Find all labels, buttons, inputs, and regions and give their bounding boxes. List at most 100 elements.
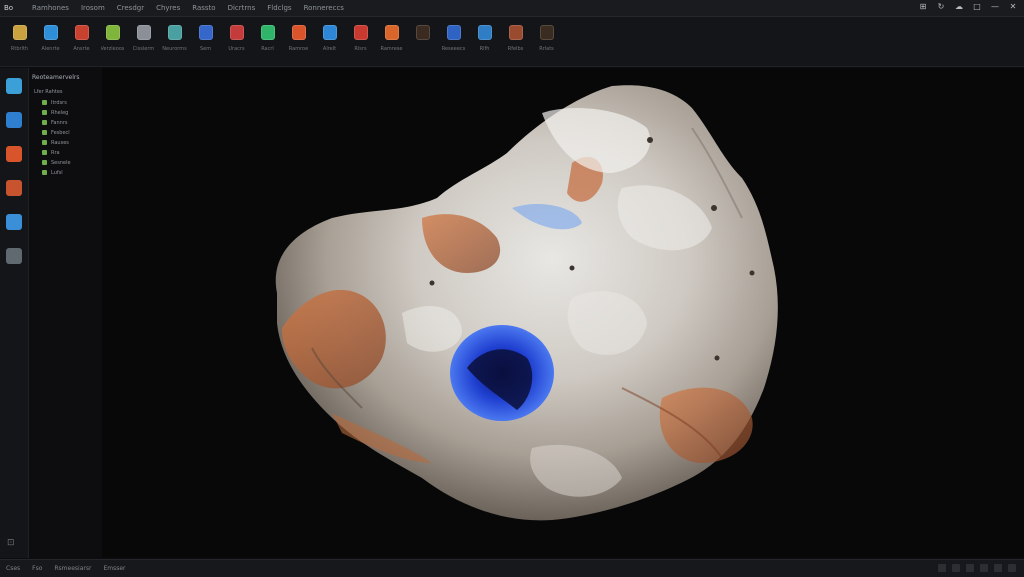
tool-10[interactable]: Ramroe — [283, 25, 314, 71]
app-logo: Bo — [4, 4, 14, 12]
outliner-item[interactable]: Lufsl — [42, 169, 100, 176]
menu-item-3[interactable]: Cresdgr — [111, 4, 150, 12]
mesh-icon — [42, 130, 47, 135]
tool-17[interactable]: Rfelbs — [500, 25, 531, 71]
3d-viewport[interactable] — [102, 68, 1024, 558]
node-icon — [198, 25, 213, 40]
menu-item-8[interactable]: Ronnereccs — [298, 4, 350, 12]
tool-label: Neurorms — [162, 46, 187, 52]
sphere-icon — [12, 25, 27, 40]
mesh-icon — [42, 100, 47, 105]
tool-6[interactable]: Neurorms — [159, 25, 190, 71]
tool-label: Reseeecs — [441, 46, 466, 52]
outliner-item[interactable]: Rheleg — [42, 109, 100, 116]
tool-12[interactable]: Rlsrs — [345, 25, 376, 71]
sky-icon — [477, 25, 492, 40]
globe-icon[interactable] — [6, 214, 22, 230]
status-icon-3[interactable] — [966, 564, 974, 572]
orange-icon — [291, 25, 306, 40]
status-item-1[interactable]: Cses — [0, 565, 26, 572]
outliner-item[interactable]: Fannrs — [42, 119, 100, 126]
menu-item-7[interactable]: Fldclgs — [261, 4, 297, 12]
tool-16[interactable]: Rlfh — [469, 25, 500, 71]
status-icon-1[interactable] — [938, 564, 946, 572]
tool-label: Cisslerm — [132, 46, 155, 52]
outliner-panel: Reoteamervelrs Lfer Rahtes Itrdsrs Rheleg… — [30, 70, 100, 200]
tool-label: Sem — [199, 46, 212, 52]
tool-15[interactable]: Reseeecs — [438, 25, 469, 71]
status-icon-2[interactable] — [952, 564, 960, 572]
tool-11[interactable]: Alrelt — [314, 25, 345, 71]
select-icon[interactable] — [6, 78, 22, 94]
brick-icon — [384, 25, 399, 40]
green-icon — [260, 25, 275, 40]
tool-3[interactable]: Ansrte — [66, 25, 97, 71]
paint-brush-icon[interactable] — [6, 180, 22, 196]
sculpt-icon[interactable] — [6, 146, 22, 162]
gear-icon — [136, 25, 151, 40]
tool-label: Rlsrs — [354, 46, 367, 52]
tool-14[interactable] — [407, 25, 438, 71]
menu-item-6[interactable]: Dicrtrns — [222, 4, 262, 12]
tool-8[interactable]: Uracrs — [221, 25, 252, 71]
outliner-item[interactable]: Itrdsrs — [42, 99, 100, 106]
tool-4[interactable]: Verzleoos — [97, 25, 128, 71]
outliner-item-label: Rheleg — [51, 109, 69, 116]
cube-icon — [43, 25, 58, 40]
cloud-icon[interactable]: ☁ — [954, 2, 964, 12]
outliner-item[interactable]: Rra — [42, 149, 100, 156]
blue-cube-icon — [322, 25, 337, 40]
outliner-item[interactable]: Fesbecl — [42, 129, 100, 136]
tool-label: Ansrte — [73, 46, 90, 52]
panel-toggle-icon[interactable]: ⊡ — [7, 538, 19, 550]
dim-icon — [415, 25, 430, 40]
tool-5[interactable]: Cisslerm — [128, 25, 159, 71]
menu-item-2[interactable]: Irosom — [75, 4, 111, 12]
tool-label: Alenrte — [41, 46, 60, 52]
outliner-item[interactable]: Sesnele — [42, 159, 100, 166]
status-icons — [938, 564, 1016, 572]
minimize-icon[interactable]: — — [990, 2, 1000, 12]
outliner-item[interactable]: Rauses — [42, 139, 100, 146]
status-item-2[interactable]: Fso — [26, 565, 48, 572]
tool-label: Ramroe — [288, 46, 309, 52]
status-icon-5[interactable] — [994, 564, 1002, 572]
dark-icon — [539, 25, 554, 40]
tool-9[interactable]: Racrl — [252, 25, 283, 71]
tool-18[interactable]: Rrlats — [531, 25, 562, 71]
tool-1[interactable]: Rtbrlth — [4, 25, 35, 71]
status-item-3[interactable]: Rsmeesiarsr — [48, 565, 97, 572]
maximize-icon[interactable]: □ — [972, 2, 982, 12]
menu-item-1[interactable]: Ramhones — [26, 4, 75, 12]
status-icon-6[interactable] — [1008, 564, 1016, 572]
status-item-4[interactable]: Emsser — [97, 565, 131, 572]
tool-13[interactable]: Ramrese — [376, 25, 407, 71]
texture-icon — [229, 25, 244, 40]
tool-label: Ramrese — [380, 46, 403, 52]
tool-label: Rfelbs — [507, 46, 524, 52]
brown-icon — [508, 25, 523, 40]
tool-7[interactable]: Sem — [190, 25, 221, 71]
tool-label: Rlfh — [479, 46, 490, 52]
outliner-item-label: Rra — [51, 149, 60, 156]
move-icon[interactable] — [6, 112, 22, 128]
status-icon-4[interactable] — [980, 564, 988, 572]
tool-label: Rrlats — [539, 46, 554, 52]
outliner-title: Reoteamervelrs — [32, 74, 80, 81]
material-icon — [74, 25, 89, 40]
tool-2[interactable]: Alenrte — [35, 25, 66, 71]
outliner-root[interactable]: Lfer Rahtes — [34, 89, 100, 95]
mesh-icon — [42, 140, 47, 145]
tool-label: Rtbrlth — [10, 46, 29, 52]
refresh-icon[interactable]: ↻ — [936, 2, 946, 12]
outliner-item-label: Fannrs — [51, 119, 68, 126]
menu-item-4[interactable]: Chyres — [150, 4, 186, 12]
menu-item-5[interactable]: Rassto — [186, 4, 221, 12]
outliner-item-label: Fesbecl — [51, 129, 70, 136]
mesh-icon — [42, 170, 47, 175]
grid-icon[interactable] — [6, 248, 22, 264]
mesh-icon — [42, 160, 47, 165]
window-controls: ⊞ ↻ ☁ □ — ✕ — [918, 2, 1018, 12]
layout-icon[interactable]: ⊞ — [918, 2, 928, 12]
close-icon[interactable]: ✕ — [1008, 2, 1018, 12]
